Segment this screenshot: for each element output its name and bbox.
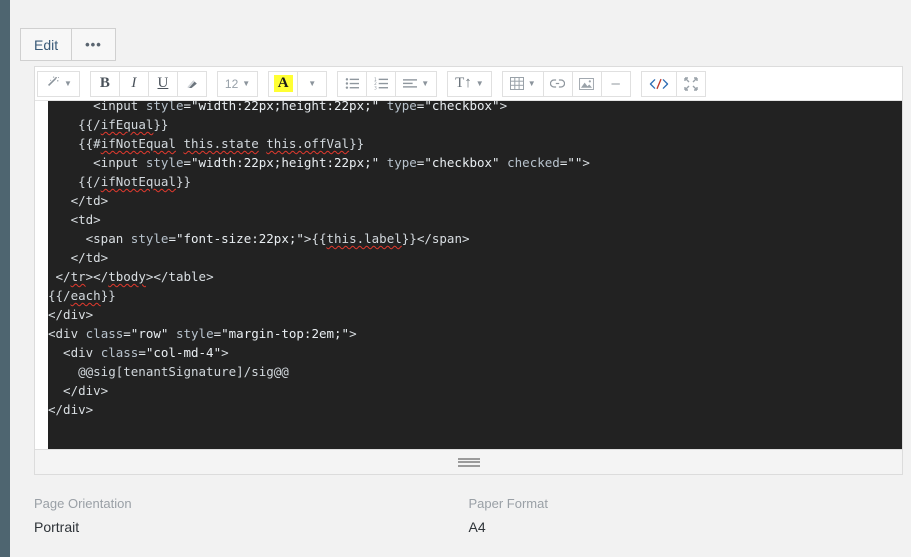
paragraph-caret-down-icon[interactable]: ▼: [476, 79, 484, 88]
toolbar-group-paragraph: T↑ ▼: [447, 70, 492, 97]
rail-gutter: [10, 0, 20, 557]
paper-format-label: Paper Format: [468, 496, 548, 511]
ordered-list-icon: 1 2 3: [374, 77, 389, 90]
page-orientation-label: Page Orientation: [34, 496, 132, 511]
table-button[interactable]: ▼: [501, 70, 544, 97]
unordered-list-button[interactable]: [337, 70, 368, 97]
svg-text:3: 3: [374, 85, 377, 90]
toolbar-group-text-color: A ▼: [268, 70, 328, 97]
tab-strip: Edit •••: [20, 28, 116, 61]
horizontal-rule-button[interactable]: –: [600, 70, 631, 97]
unordered-list-icon: [345, 77, 360, 90]
paragraph-format-icon: T↑: [455, 75, 472, 91]
italic-icon: I: [131, 75, 137, 91]
toolbar-group-insert: ▼ –: [501, 70, 631, 97]
grip-line: [457, 461, 480, 463]
paper-format-value: A4: [468, 519, 486, 535]
app-root: Edit ••• ▼ B I U 12 ▼ A ▼ 1 2 3 ▼ T↑ ▼ ▼…: [0, 0, 911, 557]
magic-wand-icon: [45, 76, 60, 91]
magic-wand-caret-down-icon[interactable]: ▼: [64, 79, 72, 88]
tab-more[interactable]: •••: [71, 28, 116, 61]
code-editor[interactable]: <input style="width:22px;height:22px;" t…: [48, 101, 902, 449]
code-view-button[interactable]: [640, 70, 677, 97]
table-caret-down-icon[interactable]: ▼: [528, 79, 536, 88]
paragraph-format-button[interactable]: T↑ ▼: [447, 70, 492, 97]
table-icon: [509, 77, 524, 90]
magic-wand-button[interactable]: ▼: [37, 70, 80, 97]
editor-resize-grip[interactable]: [457, 457, 480, 467]
grip-line: [457, 464, 480, 467]
toolbar-group-text-format: B I U: [89, 70, 207, 97]
underline-button[interactable]: U: [147, 70, 178, 97]
underline-icon: U: [157, 75, 169, 91]
eraser-button[interactable]: [176, 70, 207, 97]
tab-edit-label: Edit: [34, 36, 59, 53]
caret-down-icon: ▼: [308, 78, 317, 88]
content-panel: Edit ••• ▼ B I U 12 ▼ A ▼ 1 2 3 ▼ T↑ ▼ ▼…: [20, 0, 911, 557]
page-orientation-field: Page Orientation Portrait: [34, 496, 469, 535]
highlight-a-icon: A: [273, 75, 293, 92]
editor-toolbar: ▼ B I U 12 ▼ A ▼ 1 2 3 ▼ T↑ ▼ ▼ –: [35, 67, 902, 101]
font-size-caret-down-icon[interactable]: ▼: [242, 79, 250, 88]
fullscreen-icon: [683, 76, 698, 91]
text-color-dropdown[interactable]: ▼: [297, 70, 328, 97]
fullscreen-button[interactable]: [675, 70, 706, 97]
code-content[interactable]: <input style="width:22px;height:22px;" t…: [48, 101, 902, 419]
image-icon: [579, 77, 595, 90]
code-icon: [649, 78, 669, 90]
code-editor-region: <input style="width:22px;height:22px;" t…: [35, 101, 902, 449]
italic-button[interactable]: I: [118, 70, 149, 97]
editor-footer: [35, 449, 902, 474]
left-navigation-rail: [0, 0, 10, 557]
toolbar-group-font-size: 12 ▼: [216, 70, 259, 97]
toolbar-group-view: [640, 70, 706, 97]
align-left-icon: [403, 78, 418, 90]
paper-format-field: Paper Format A4: [469, 496, 904, 535]
font-size-value: 12: [224, 76, 239, 91]
link-button[interactable]: [542, 70, 573, 97]
align-button[interactable]: ▼: [395, 70, 438, 97]
document-settings-fields: Page Orientation Portrait Paper Format A…: [34, 496, 903, 535]
grip-line: [457, 457, 480, 460]
image-button[interactable]: [571, 70, 602, 97]
link-icon: [550, 78, 566, 89]
page-orientation-value: Portrait: [34, 519, 80, 535]
toolbar-group-style: ▼: [37, 70, 80, 97]
horizontal-rule-icon: –: [611, 74, 620, 92]
more-options-icon: •••: [85, 37, 102, 52]
tab-edit[interactable]: Edit: [20, 28, 72, 61]
align-caret-down-icon[interactable]: ▼: [421, 79, 429, 88]
rich-text-editor: ▼ B I U 12 ▼ A ▼ 1 2 3 ▼ T↑ ▼ ▼ – <input…: [34, 66, 903, 475]
toolbar-group-lists: 1 2 3 ▼: [337, 70, 438, 97]
eraser-icon: [185, 77, 199, 91]
font-size-select[interactable]: 12 ▼: [216, 70, 259, 97]
bold-button[interactable]: B: [89, 70, 120, 97]
text-color-button[interactable]: A: [268, 70, 299, 97]
bold-icon: B: [99, 75, 110, 91]
ordered-list-button[interactable]: 1 2 3: [366, 70, 397, 97]
